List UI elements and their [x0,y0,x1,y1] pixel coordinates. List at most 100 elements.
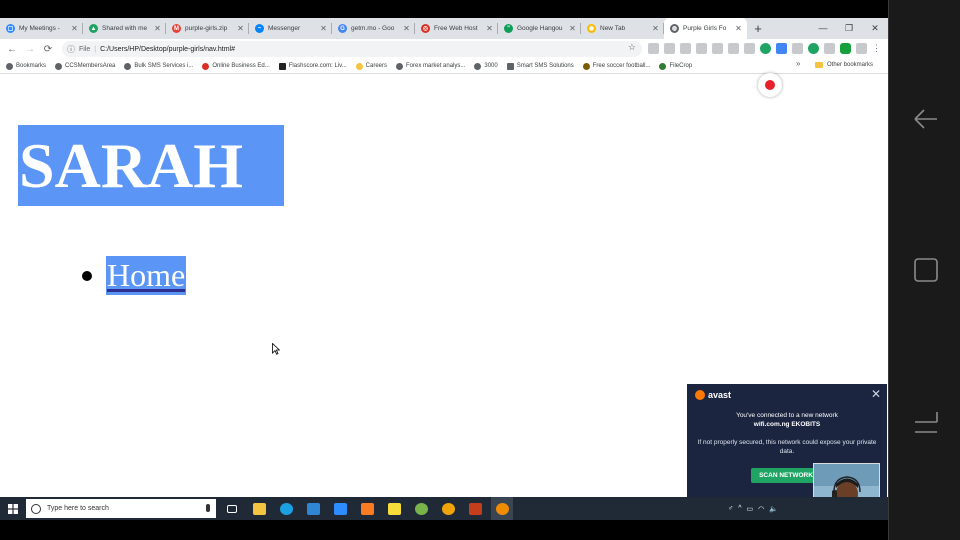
close-notification-button[interactable]: ✕ [871,387,881,401]
camera-icon[interactable] [792,43,803,54]
webhost-icon: ◎ [421,24,430,33]
tab-messenger[interactable]: ~ Messenger ✕ [249,18,332,39]
taskbar-search[interactable]: Type here to search [26,499,216,518]
tab-close-icon[interactable]: ✕ [70,24,79,33]
tab-label: Shared with me [102,25,148,32]
show-hidden-icons-icon[interactable]: ^ [738,505,741,512]
security-warning: If not properly secured, this network co… [697,439,877,455]
task-view-button[interactable] [221,497,243,520]
tab-close-icon[interactable]: ✕ [402,24,411,33]
wifi-icon[interactable]: ◠ [758,505,764,513]
tab-close-icon[interactable]: ✕ [734,24,743,33]
tab-new-tab[interactable]: ◉ New Tab ✕ [581,18,664,39]
messenger-icon: ~ [255,24,264,33]
tab-purple-girls-active[interactable]: ◍ Purple Girls Fo ✕ [664,18,747,39]
bookmark-star-icon[interactable]: ☆ [628,42,636,53]
scan-network-button[interactable]: SCAN NETWORK [751,468,821,483]
bookmark-item[interactable]: Bookmarks [6,62,46,70]
taskbar-app-chrome-canary[interactable] [437,497,459,520]
bookmark-item[interactable]: Smart SMS Solutions [506,62,574,70]
bookmark-item[interactable]: Free soccer football... [582,62,650,70]
globe-icon: ◍ [670,24,679,33]
taskbar-app-xampp[interactable] [356,497,378,520]
bookmark-item[interactable]: Flashscore.com: Liv... [278,62,347,70]
extension-icon[interactable] [680,43,691,54]
extension-icon[interactable] [712,43,723,54]
bookmark-label: CCSMembersArea [65,63,116,69]
bookmark-item[interactable]: CCSMembersArea [55,62,116,70]
mail-icon [506,62,514,70]
site-title: SARAH [18,125,284,206]
avast-brand: avast [708,390,732,400]
home-lines-icon[interactable] [914,410,938,434]
tab-google-hangouts[interactable]: " Google Hangou ✕ [498,18,581,39]
taskbar-app-vscode[interactable] [302,497,324,520]
tab-close-icon[interactable]: ✕ [651,24,660,33]
profile-icon[interactable] [856,43,867,54]
bookmark-item[interactable]: FileCrop [659,62,692,70]
microphone-icon[interactable] [206,504,210,512]
new-tab-button[interactable]: + [749,18,767,39]
start-button[interactable] [0,497,26,520]
bookmark-item[interactable]: Forex market analys... [396,62,465,70]
menu-kebab-icon[interactable]: ⋮ [872,43,881,54]
taskbar-app-torrent[interactable] [410,497,432,520]
bookmarks-bar: Bookmarks CCSMembersArea Bulk SMS Servic… [0,59,888,74]
extension-icon[interactable] [696,43,707,54]
tab-close-icon[interactable]: ✕ [153,24,162,33]
taskbar-app-vlc[interactable] [491,497,513,520]
reload-button[interactable]: ⟳ [39,44,57,55]
maximize-button[interactable]: ❐ [836,18,862,39]
tab-close-icon[interactable]: ✕ [568,24,577,33]
other-bookmarks-folder[interactable]: Other bookmarks [815,62,873,68]
nav-link-home[interactable]: Home [106,256,187,295]
bookmark-item[interactable]: Careers [355,62,388,70]
taskbar-app-sticky-notes[interactable] [383,497,405,520]
back-button[interactable]: ← [3,44,21,55]
star-icon [355,62,363,70]
taskbar-app-zoom[interactable] [329,497,351,520]
bookmark-label: Smart SMS Solutions [516,63,574,69]
bottom-bezel [0,520,888,540]
forward-button[interactable]: → [21,44,39,55]
people-icon[interactable]: ♂ [728,505,733,512]
url-text[interactable]: C:/Users/HP/Desktop/purple-girls/nav.htm… [100,46,235,53]
extension-icon[interactable] [648,43,659,54]
shield-icon[interactable] [840,43,851,54]
tab-purple-girls-zip[interactable]: M purple-girls.zip ✕ [166,18,249,39]
bookmark-item[interactable]: Bulk SMS Services i... [124,62,193,70]
tab-google-search[interactable]: G getm.mo - Goo ✕ [332,18,415,39]
puzzle-icon[interactable] [824,43,835,54]
grammarly-icon[interactable] [760,43,771,54]
bookmark-item[interactable]: Online Business Ed... [202,62,270,70]
tab-shared-with-me[interactable]: ▲ Shared with me ✕ [83,18,166,39]
extension-icon[interactable] [808,43,819,54]
extension-icon[interactable] [744,43,755,54]
bookmark-item[interactable]: 3000 [474,62,498,70]
tab-close-icon[interactable]: ✕ [319,24,328,33]
url-scheme: File [79,45,91,53]
tab-close-icon[interactable]: ✕ [485,24,494,33]
recording-indicator[interactable] [758,73,782,97]
translate-icon[interactable] [776,43,787,54]
more-bookmarks-button[interactable]: » [796,59,800,68]
bookmark-label: Careers [365,63,388,69]
chrome-icon: ◉ [587,24,596,33]
mouse-cursor-icon [272,343,280,355]
taskbar-app-edge[interactable] [275,497,297,520]
recent-apps-icon[interactable] [914,258,938,282]
minimize-button[interactable]: — [810,18,836,39]
close-window-button[interactable]: ✕ [862,18,888,39]
tab-close-icon[interactable]: ✕ [236,24,245,33]
extension-icon[interactable] [728,43,739,54]
tab-my-meetings[interactable]: ▢ My Meetings - ✕ [0,18,83,39]
extension-icon[interactable] [664,43,675,54]
taskbar-app-file-explorer[interactable] [248,497,270,520]
address-bar[interactable]: ⓘ File | C:/Users/HP/Desktop/purple-girl… [62,41,642,57]
back-arrow-icon[interactable] [913,107,939,131]
network-icon[interactable]: ▭ [747,505,754,513]
info-icon[interactable]: ⓘ [67,44,75,55]
tab-free-web-host[interactable]: ◎ Free Web Host ✕ [415,18,498,39]
taskbar-app-powerpoint[interactable] [464,497,486,520]
volume-icon[interactable]: 🔈 [769,505,778,513]
